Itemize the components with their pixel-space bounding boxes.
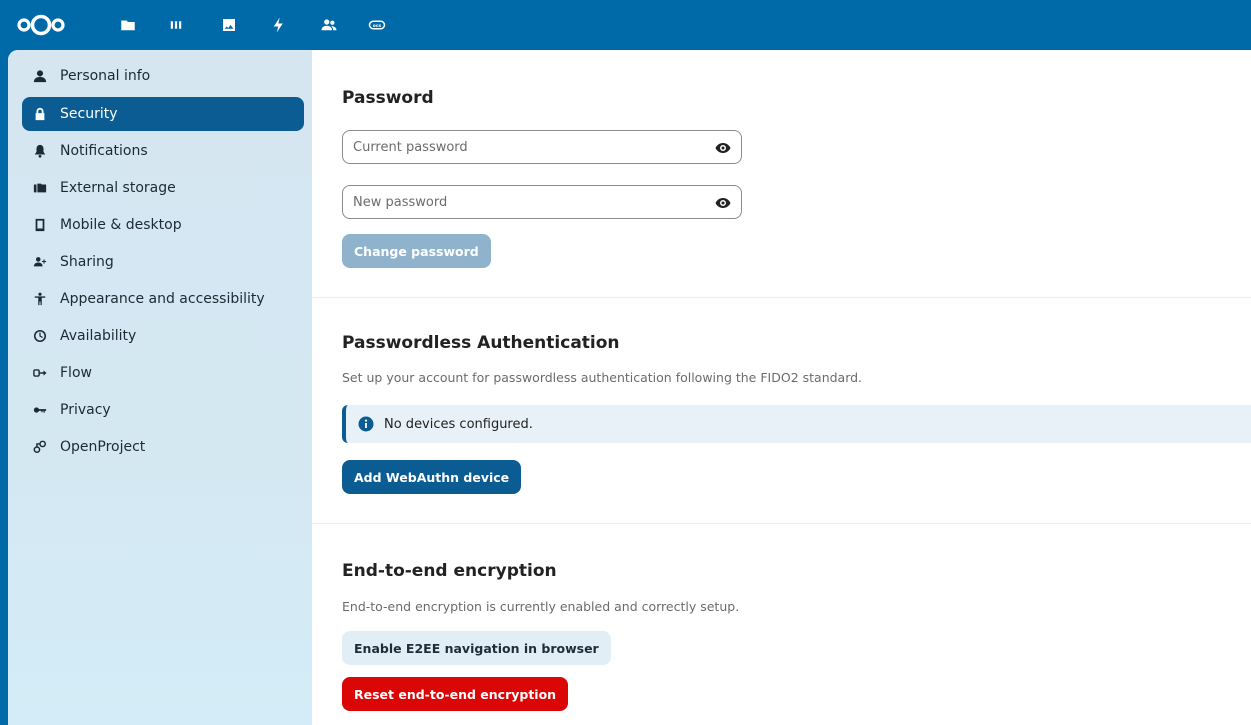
svg-text:ocs: ocs bbox=[373, 24, 382, 29]
show-password-eye-icon[interactable] bbox=[715, 140, 731, 156]
sidebar-item-appearance[interactable]: Appearance and accessibility bbox=[22, 282, 304, 316]
show-password-eye-icon[interactable] bbox=[715, 195, 731, 211]
e2ee-description: End-to-end encryption is currently enabl… bbox=[342, 599, 740, 614]
bell-icon bbox=[32, 143, 48, 159]
flow-icon bbox=[32, 365, 48, 381]
phone-icon bbox=[32, 217, 48, 233]
nextcloud-logo-icon[interactable] bbox=[16, 12, 66, 38]
new-password-field[interactable] bbox=[342, 185, 742, 219]
sidebar-item-label: Flow bbox=[60, 365, 92, 381]
user-icon bbox=[32, 68, 48, 84]
sidebar-item-personal-info[interactable]: Personal info bbox=[22, 59, 304, 93]
lock-icon bbox=[32, 106, 48, 122]
contacts-icon[interactable] bbox=[316, 12, 342, 38]
sidebar-item-mobile-desktop[interactable]: Mobile & desktop bbox=[22, 208, 304, 242]
enable-e2ee-navigation-button[interactable]: Enable E2EE navigation in browser bbox=[342, 631, 611, 665]
sidebar-item-notifications[interactable]: Notifications bbox=[22, 134, 304, 168]
accessibility-icon bbox=[32, 291, 48, 307]
e2ee-section-title: End-to-end encryption bbox=[342, 561, 557, 581]
external-storage-icon bbox=[32, 180, 48, 196]
photos-icon[interactable] bbox=[216, 12, 242, 38]
folder-icon[interactable] bbox=[115, 12, 141, 38]
sidebar-item-security[interactable]: Security bbox=[22, 97, 304, 131]
sidebar-item-label: Sharing bbox=[60, 254, 114, 270]
sidebar-item-external-storage[interactable]: External storage bbox=[22, 171, 304, 205]
no-devices-notecard: No devices configured. bbox=[342, 405, 1251, 443]
sidebar-item-label: Mobile & desktop bbox=[60, 217, 182, 233]
no-devices-text: No devices configured. bbox=[384, 416, 533, 432]
clock-icon bbox=[32, 328, 48, 344]
sidebar-item-label: Security bbox=[60, 106, 118, 122]
sidebar-item-privacy[interactable]: Privacy bbox=[22, 393, 304, 427]
sidebar-item-label: Appearance and accessibility bbox=[60, 291, 265, 307]
deck-icon[interactable] bbox=[163, 12, 189, 38]
current-password-input[interactable] bbox=[353, 139, 693, 155]
security-content: Password Change password Passwordless Au… bbox=[312, 50, 1251, 725]
change-password-button[interactable]: Change password bbox=[342, 234, 491, 268]
sidebar-item-flow[interactable]: Flow bbox=[22, 356, 304, 390]
sidebar-item-label: Notifications bbox=[60, 143, 148, 159]
sidebar-item-label: External storage bbox=[60, 180, 176, 196]
passwordless-section-title: Passwordless Authentication bbox=[342, 333, 620, 353]
main-frame: Personal info Security Notifications Ext… bbox=[8, 50, 1251, 725]
sidebar-item-sharing[interactable]: Sharing bbox=[22, 245, 304, 279]
new-password-input[interactable] bbox=[353, 194, 693, 210]
password-section-title: Password bbox=[342, 88, 434, 108]
settings-sidebar: Personal info Security Notifications Ext… bbox=[8, 50, 312, 725]
section-divider bbox=[312, 523, 1251, 524]
sidebar-item-label: Personal info bbox=[60, 68, 151, 84]
current-password-field[interactable] bbox=[342, 130, 742, 164]
sidebar-item-openproject[interactable]: OpenProject bbox=[22, 430, 304, 464]
add-webauthn-device-button[interactable]: Add WebAuthn device bbox=[342, 460, 522, 494]
section-divider bbox=[312, 297, 1251, 298]
share-user-icon bbox=[32, 254, 48, 270]
info-icon bbox=[358, 416, 374, 432]
passwordless-description: Set up your account for passwordless aut… bbox=[342, 370, 863, 385]
sidebar-item-availability[interactable]: Availability bbox=[22, 319, 304, 353]
reset-e2ee-button[interactable]: Reset end-to-end encryption bbox=[342, 677, 569, 711]
sidebar-item-label: OpenProject bbox=[60, 439, 146, 455]
openproject-icon bbox=[32, 439, 48, 455]
sidebar-item-label: Privacy bbox=[60, 402, 111, 418]
sidebar-item-label: Availability bbox=[60, 328, 137, 344]
activity-icon[interactable] bbox=[266, 12, 292, 38]
ocs-icon[interactable]: ocs bbox=[364, 12, 390, 38]
key-icon bbox=[32, 402, 48, 418]
top-header: ocs bbox=[0, 0, 1251, 50]
